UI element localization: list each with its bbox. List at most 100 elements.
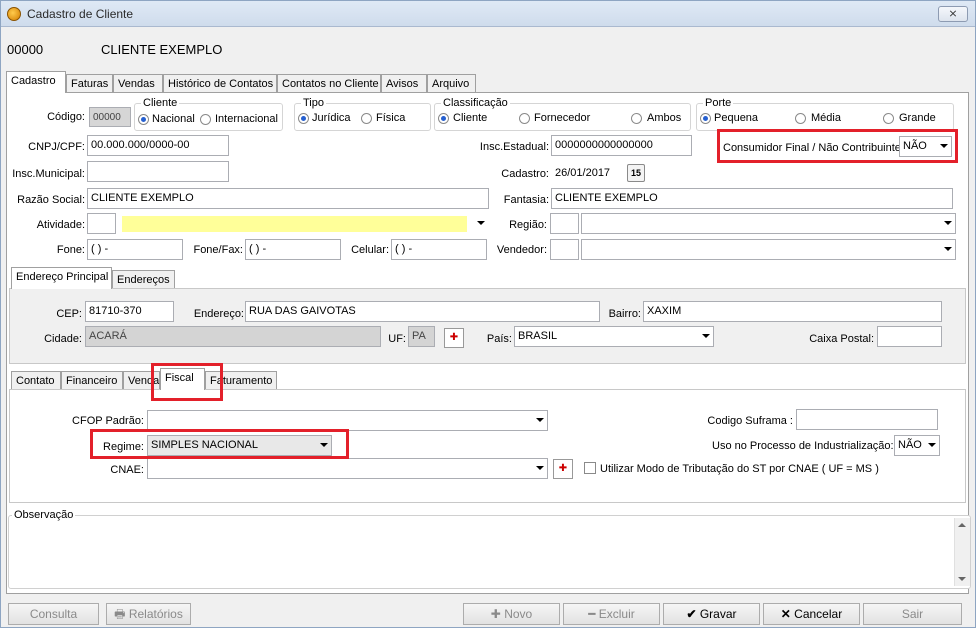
fantasia-label: Fantasia: — [503, 194, 549, 206]
internacional-radio[interactable] — [200, 114, 211, 125]
cnpj-label: CNPJ/CPF: — [28, 141, 85, 153]
relatorios-button[interactable]: 🖶 Relatórios — [106, 603, 191, 625]
uf-field[interactable]: PA — [408, 326, 435, 347]
cidade-field[interactable]: ACARÁ — [85, 326, 381, 347]
vendedor-code-field[interactable] — [550, 239, 579, 260]
regiao-code-field[interactable] — [550, 213, 579, 234]
pequena-radio[interactable] — [700, 113, 711, 124]
tab-historico-contatos[interactable]: Histórico de Contatos — [163, 74, 277, 93]
observacao-caption: Observação — [12, 509, 76, 521]
codigo-field[interactable]: 00000 — [89, 107, 131, 127]
insc-municipal-field[interactable] — [87, 161, 229, 182]
sair-button[interactable]: Sair — [863, 603, 962, 625]
calendar-icon[interactable]: 15 — [627, 164, 645, 182]
chevron-down-icon — [944, 247, 952, 251]
pais-select[interactable]: BRASIL — [514, 326, 714, 347]
tab-cadastro[interactable]: Cadastro — [6, 71, 66, 93]
insc-estadual-field[interactable]: 0000000000000000 — [551, 135, 692, 156]
novo-button[interactable]: ✚ Novo — [463, 603, 560, 625]
gravar-label: Gravar — [699, 607, 737, 621]
observacao-scrollbar[interactable] — [954, 518, 970, 586]
chevron-down-icon — [928, 443, 936, 447]
media-radio[interactable] — [795, 113, 806, 124]
close-button[interactable]: ⨯ — [938, 6, 968, 22]
fonefax-field[interactable]: ( ) - — [245, 239, 341, 260]
gravar-button[interactable]: ✔ Gravar — [663, 603, 760, 625]
fornecedor-radio[interactable] — [519, 113, 530, 124]
atividade-required-fill — [122, 216, 467, 232]
fantasia-field[interactable]: CLIENTE EXEMPLO — [551, 188, 953, 209]
window-title: Cadastro de Cliente — [27, 7, 134, 21]
endereco-label: Endereço: — [193, 308, 244, 320]
celular-label: Celular: — [351, 244, 389, 256]
consulta-label: Consulta — [29, 607, 78, 621]
client-name: CLIENTE EXEMPLO — [101, 42, 223, 57]
pequena-label: Pequena — [714, 112, 759, 124]
tab-avisos[interactable]: Avisos — [381, 74, 427, 93]
chevron-down-icon — [536, 418, 544, 422]
nacional-label: Nacional — [152, 113, 195, 125]
bairro-field[interactable]: XAXIM — [643, 301, 942, 322]
tab-faturas[interactable]: Faturas — [66, 74, 113, 93]
atividade-code-field[interactable] — [87, 213, 116, 234]
grande-radio[interactable] — [883, 113, 894, 124]
highlight-regime — [90, 429, 349, 459]
nacional-radio[interactable] — [138, 114, 149, 125]
scroll-up-icon[interactable] — [958, 523, 966, 527]
cadastro-date-label: Cadastro: — [501, 168, 549, 180]
fone-field[interactable]: ( ) - — [87, 239, 183, 260]
pais-value: BRASIL — [518, 330, 558, 342]
cfop-select[interactable] — [147, 410, 548, 431]
tab-endereco-principal[interactable]: Endereço Principal — [11, 267, 112, 289]
tab-contatos-cliente[interactable]: Contatos no Cliente — [277, 74, 381, 93]
cep-label: CEP: — [56, 308, 82, 320]
atividade-select[interactable] — [119, 213, 489, 234]
uf-label: UF: — [388, 333, 406, 345]
tab-contato[interactable]: Contato — [11, 371, 61, 390]
razao-social-field[interactable]: CLIENTE EXEMPLO — [87, 188, 489, 209]
cnpj-field[interactable]: 00.000.000/0000-00 — [87, 135, 229, 156]
porte-group-caption: Porte — [703, 97, 734, 109]
tab-vendas[interactable]: Vendas — [113, 74, 163, 93]
x-icon: ✕ — [780, 607, 795, 621]
tab-financeiro[interactable]: Financeiro — [61, 371, 123, 390]
tab-arquivo[interactable]: Arquivo — [427, 74, 476, 93]
suframa-field[interactable] — [796, 409, 938, 430]
classificacao-cliente-label: Cliente — [453, 112, 488, 124]
cancelar-button[interactable]: ✕ Cancelar — [763, 603, 860, 625]
classificacao-cliente-radio[interactable] — [438, 113, 449, 124]
tipo-group-caption: Tipo — [301, 97, 326, 109]
cnae-label: CNAE: — [110, 464, 144, 476]
chevron-down-icon — [536, 466, 544, 470]
regiao-label: Região: — [509, 219, 547, 231]
observacao-textarea[interactable] — [12, 524, 952, 586]
cnae-select[interactable] — [147, 458, 548, 479]
caixa-postal-field[interactable] — [877, 326, 942, 347]
fone-label: Fone: — [56, 244, 85, 256]
highlight-fiscal-tab — [151, 363, 223, 401]
grande-label: Grande — [899, 112, 936, 124]
search-city-icon[interactable]: ✚ — [444, 328, 464, 348]
st-por-cnae-checkbox[interactable] — [584, 462, 596, 474]
fisica-radio[interactable] — [361, 113, 372, 124]
ambos-radio[interactable] — [631, 113, 642, 124]
relatorios-label: Relatórios — [128, 607, 183, 621]
fonefax-label: Fone/Fax: — [193, 244, 243, 256]
tab-enderecos[interactable]: Endereços — [112, 270, 175, 289]
regiao-select[interactable] — [581, 213, 956, 234]
uso-industrializacao-select[interactable]: NÃO — [894, 435, 940, 456]
insc-estadual-label: Insc.Estadual: — [479, 141, 549, 153]
juridica-radio[interactable] — [298, 113, 309, 124]
endereco-field[interactable]: RUA DAS GAIVOTAS — [245, 301, 600, 322]
address-panel: CEP: 81710-370 Endereço: RUA DAS GAIVOTA… — [9, 288, 966, 364]
cep-field[interactable]: 81710-370 — [85, 301, 174, 322]
excluir-button[interactable]: ━ Excluir — [563, 603, 660, 625]
search-cnae-icon[interactable]: ✚ — [553, 459, 573, 479]
vendedor-select[interactable] — [581, 239, 956, 260]
caixa-postal-label: Caixa Postal: — [809, 333, 874, 345]
consulta-button[interactable]: Consulta — [8, 603, 99, 625]
scroll-down-icon[interactable] — [958, 577, 966, 581]
insc-municipal-label: Insc.Municipal: — [12, 168, 85, 180]
check-icon: ✔ — [686, 607, 700, 621]
highlight-consumidor-final — [717, 129, 958, 163]
